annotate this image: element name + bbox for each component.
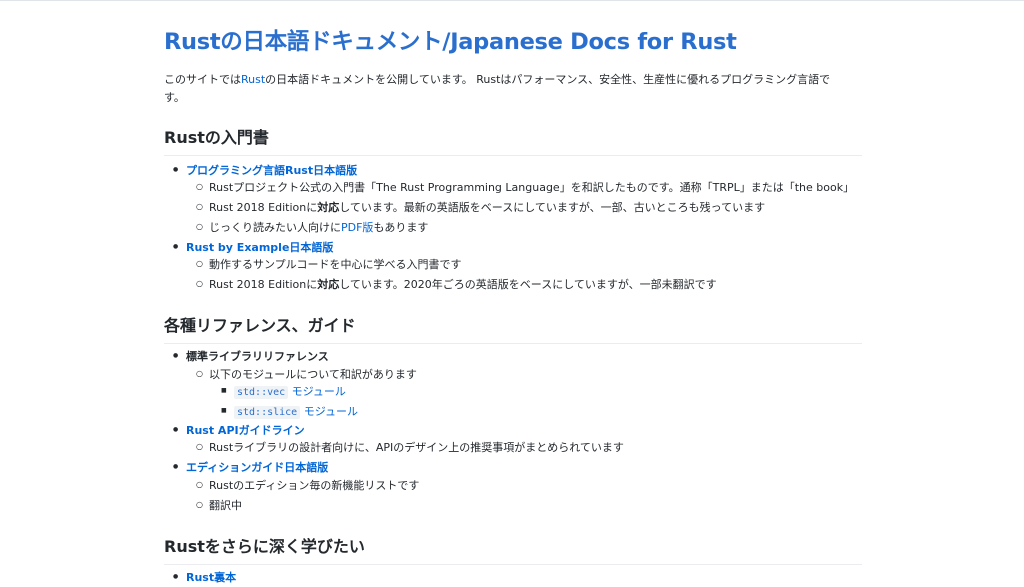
bullet-circle <box>196 479 203 493</box>
bullet-square <box>221 405 227 420</box>
page-title: Rustの日本語ドキュメント/Japanese Docs for Rust <box>164 29 737 55</box>
bullet-circle <box>196 499 203 513</box>
link-text: モジュール <box>291 385 346 398</box>
list-item-std: 標準ライブラリリファレンス <box>186 350 329 364</box>
list-item-rbe[interactable]: Rust by Example日本語版 <box>186 241 333 255</box>
intro-text: このサイトでは <box>164 73 241 86</box>
list-item-nomicon[interactable]: Rust裏本 <box>186 571 236 585</box>
item-text: しています。2020年ごろの英語版をベースにしていますが、一部未翻訳です <box>339 278 717 291</box>
section-heading-deep: Rustをさらに深く学びたい <box>164 533 862 565</box>
bullet-circle <box>196 368 203 382</box>
bullet-disc <box>173 241 178 256</box>
bullet-circle <box>196 278 203 292</box>
item-text: もあります <box>373 221 429 234</box>
list-item: 以下のモジュールについて和訳があります <box>209 368 417 382</box>
section-heading-book: Rustの入門書 <box>164 124 862 156</box>
intro-text: す。 <box>164 91 185 104</box>
bullet-circle <box>196 201 203 215</box>
rbe-link[interactable]: Rust by Example日本語版 <box>186 241 333 254</box>
bullet-circle <box>196 258 203 272</box>
trpl-link[interactable]: プログラミング言語Rust日本語版 <box>186 164 357 177</box>
list-item-trpl[interactable]: プログラミング言語Rust日本語版 <box>186 164 357 178</box>
api-guidelines-link[interactable]: Rust APIガイドライン <box>186 424 305 437</box>
item-text: Rustプロジェクト公式の入門書「The Rust Programming La… <box>209 181 855 194</box>
section-heading-reference: 各種リファレンス、ガイド <box>164 312 862 344</box>
intro-paragraph: このサイトではRustの日本語ドキュメントを公開しています。 Rustはパフォー… <box>164 71 862 107</box>
bullet-disc <box>173 350 178 365</box>
item-text: Rust 2018 Editionに <box>209 201 318 214</box>
bullet-disc <box>173 461 178 476</box>
edition-guide-link[interactable]: エディションガイド日本語版 <box>186 461 328 474</box>
item-text: しています。最新の英語版をベースにしていますが、一部、古いところも残っています <box>339 201 766 214</box>
item-text: Rust 2018 Editionに <box>209 278 318 291</box>
item-label: 標準ライブラリリファレンス <box>186 350 329 363</box>
pdf-link[interactable]: PDF版 <box>341 221 373 234</box>
code-std-vec: std::vec <box>234 386 289 399</box>
item-text: じっくり読みたい人向けに <box>209 221 341 234</box>
bullet-circle <box>196 181 203 195</box>
item-text: 動作するサンプルコードを中心に学べる入門書です <box>209 258 462 271</box>
item-text: 翻訳中 <box>209 499 242 512</box>
item-text-strong: 対応 <box>317 201 340 214</box>
list-item: Rustライブラリの設計者向けに、APIのデザイン上の推奨事項がまとめられていま… <box>209 441 624 455</box>
link-text: モジュール <box>303 405 358 418</box>
nomicon-link[interactable]: Rust裏本 <box>186 571 236 584</box>
list-item: Rustプロジェクト公式の入門書「The Rust Programming La… <box>209 181 854 195</box>
list-item: 翻訳中 <box>209 499 242 513</box>
bullet-disc <box>173 164 178 179</box>
item-text: 以下のモジュールについて和訳があります <box>209 368 417 381</box>
item-text: Rustライブラリの設計者向けに、APIのデザイン上の推奨事項がまとめられていま… <box>209 441 624 454</box>
intro-text: の日本語ドキュメントを公開しています。 Rustはパフォーマンス、安全性、生産性… <box>265 73 831 86</box>
code-std-slice: std::slice <box>234 406 301 419</box>
item-text: Rustのエディション毎の新機能リストです <box>209 479 420 492</box>
bullet-disc <box>173 571 178 586</box>
list-item-std-slice[interactable]: std::slice モジュール <box>234 405 358 420</box>
item-text-strong: 対応 <box>317 278 340 291</box>
bullet-circle <box>196 221 203 235</box>
list-item: Rust 2018 Editionに対応しています。最新の英語版をベースにしてい… <box>209 201 765 215</box>
list-item: じっくり読みたい人向けにPDF版もあります <box>209 221 428 235</box>
list-item-std-vec[interactable]: std::vec モジュール <box>234 385 346 400</box>
list-item: Rustのエディション毎の新機能リストです <box>209 479 419 493</box>
list-item: 動作するサンプルコードを中心に学べる入門書です <box>209 258 461 272</box>
bullet-circle <box>196 441 203 455</box>
std-slice-link[interactable]: std::slice モジュール <box>234 405 358 419</box>
list-item-api-guidelines[interactable]: Rust APIガイドライン <box>186 424 305 438</box>
bullet-disc <box>173 424 178 439</box>
rust-link[interactable]: Rust <box>241 73 265 86</box>
list-item-edition-guide[interactable]: エディションガイド日本語版 <box>186 461 328 475</box>
bullet-square <box>221 385 227 400</box>
std-vec-link[interactable]: std::vec モジュール <box>234 385 346 399</box>
list-item: Rust 2018 Editionに対応しています。2020年ごろの英語版をベー… <box>209 278 717 292</box>
